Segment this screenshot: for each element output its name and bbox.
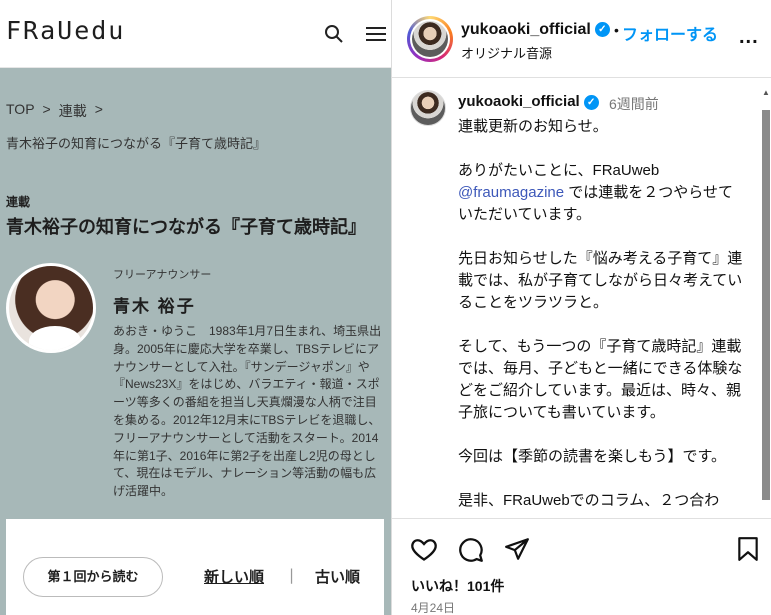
- sort-newest-button[interactable]: 新しい順: [204, 566, 264, 587]
- site-header: FRaUedu: [0, 0, 391, 68]
- page-title: 青木裕子の知育につながる『子育て歳時記』: [6, 217, 366, 237]
- scrollbar[interactable]: ▲: [761, 88, 771, 503]
- site-logo[interactable]: FRaUedu: [6, 16, 125, 45]
- instagram-post: yukoaoki_official ✓ • フォローする オリジナル音源 ... …: [392, 0, 771, 615]
- author-avatar: [6, 263, 96, 353]
- post-caption: yukoaoki_official ✓ 6週間前 連載更新のお知らせ。 ありがたい…: [407, 88, 749, 518]
- frau-edu-page: FRaUedu TOP > 連載 > 青木裕子の知育につながる『子育て歳時記』 …: [0, 0, 392, 615]
- action-bar: いいね！101件 4月24日: [392, 518, 771, 615]
- bookmark-icon[interactable]: [737, 536, 759, 562]
- scroll-up-icon[interactable]: ▲: [761, 88, 771, 98]
- breadcrumb-separator: >: [94, 101, 103, 117]
- breadcrumb-current: 青木裕子の知育につながる『子育て歳時記』: [6, 136, 267, 151]
- verified-badge-icon: ✓: [583, 94, 599, 110]
- sort-oldest-button[interactable]: 古い順: [315, 566, 360, 587]
- caption-text: 連載更新のお知らせ。 ありがたいことに、FRaUweb @fraumagazin…: [458, 118, 743, 509]
- author-role: フリーアナウンサー: [113, 269, 212, 281]
- comment-icon[interactable]: [457, 536, 484, 563]
- follow-button[interactable]: フォローする: [622, 21, 718, 45]
- author-bio: あおき・ゆうこ 1983年1月7日生まれ、埼玉県出身。2005年に慶応大学を卒業…: [113, 324, 382, 499]
- hamburger-menu-icon[interactable]: [366, 26, 386, 42]
- audio-label[interactable]: オリジナル音源: [461, 43, 552, 62]
- screen: FRaUedu TOP > 連載 > 青木裕子の知育につながる『子育て歳時記』 …: [0, 0, 771, 615]
- post-date: 4月24日: [411, 601, 456, 615]
- mention-link[interactable]: @fraumagazine: [458, 184, 564, 201]
- verified-badge-icon: ✓: [594, 22, 610, 38]
- sort-separator: |: [289, 566, 295, 584]
- article-list-card: 第１回から読む 新しい順 | 古い順: [6, 519, 384, 615]
- header-separator: •: [614, 22, 619, 38]
- series-label: 連載: [6, 195, 31, 209]
- scrollbar-thumb[interactable]: [762, 110, 770, 500]
- header-username[interactable]: yukoaoki_official ✓: [461, 21, 610, 39]
- share-icon[interactable]: [504, 536, 530, 562]
- caption-username[interactable]: yukoaoki_official ✓: [458, 93, 599, 110]
- search-icon[interactable]: [324, 24, 344, 44]
- likes-count[interactable]: いいね！101件: [411, 576, 504, 596]
- breadcrumb: TOP > 連載 >: [6, 101, 103, 121]
- post-header: yukoaoki_official ✓ • フォローする オリジナル音源 ...: [392, 0, 771, 78]
- author-name: 青木 裕子: [113, 297, 196, 316]
- heart-icon[interactable]: [410, 535, 438, 563]
- post-time: 6週間前: [609, 96, 659, 112]
- profile-avatar[interactable]: [407, 16, 453, 62]
- caption-avatar[interactable]: [410, 90, 446, 126]
- more-options-icon[interactable]: ...: [739, 26, 759, 49]
- breadcrumb-separator: >: [42, 101, 51, 117]
- profile-photo: [412, 21, 448, 57]
- breadcrumb-series-link[interactable]: 連載: [59, 101, 87, 121]
- read-from-first-button[interactable]: 第１回から読む: [23, 557, 163, 597]
- breadcrumb-top-link[interactable]: TOP: [6, 101, 35, 121]
